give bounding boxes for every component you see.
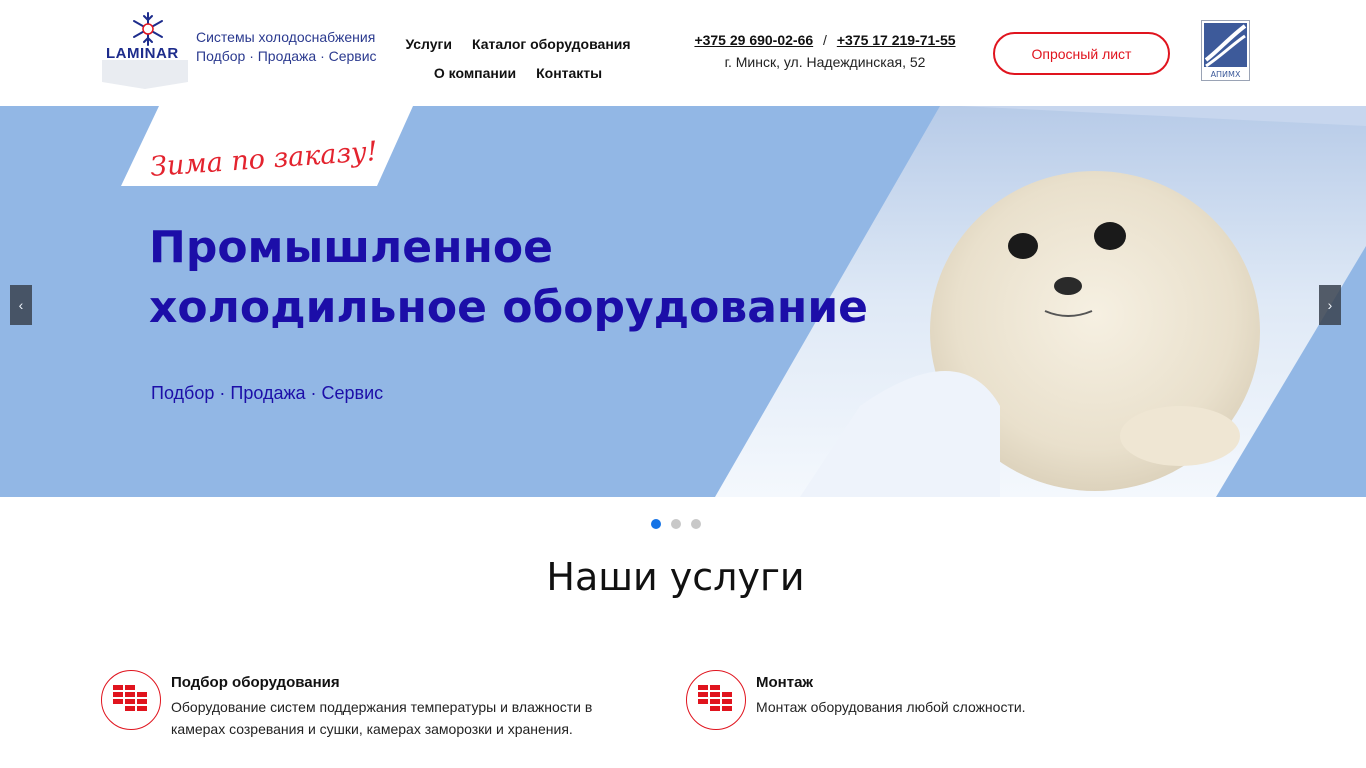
address: г. Минск, ул. Надеждинская, 52 — [724, 54, 926, 70]
chevron-left-icon: ‹ — [18, 297, 24, 313]
slider-dot-3[interactable] — [691, 519, 701, 529]
slider-prev-button[interactable]: ‹ — [10, 285, 32, 325]
hero-subtitle: Подбор · Продажа · Сервис — [151, 383, 384, 403]
hero-title: Промышленное холодильное оборудование — [149, 222, 868, 333]
nav-item-about[interactable]: О компании — [434, 59, 516, 88]
phone-separator: / — [823, 32, 827, 48]
site-header: LAMINAR Системы холодоснабжения Подбор ·… — [0, 0, 1366, 106]
equipment-grid-icon — [101, 670, 161, 730]
service-item-selection[interactable]: Подбор оборудования Оборудование систем … — [101, 670, 641, 740]
slider-dot-1[interactable] — [651, 519, 661, 529]
service-item-installation[interactable]: Монтаж Монтаж оборудования любой сложнос… — [686, 670, 1246, 730]
slider-dot-2[interactable] — [671, 519, 681, 529]
equipment-grid-icon — [686, 670, 746, 730]
chevron-right-icon: › — [1327, 297, 1333, 313]
apimh-logo-icon: АПИМХ — [1201, 20, 1250, 81]
main-nav: Услуги Каталог оборудования О компании К… — [392, 30, 644, 88]
hero-slider: Зима по заказу! Промышленное холодильное… — [0, 106, 1366, 497]
slider-dots — [651, 519, 701, 529]
phone-link-2[interactable]: +375 17 219-71-55 — [837, 32, 956, 48]
tagline-line2: Подбор · Продажа · Сервис — [196, 48, 377, 64]
services-title: Наши услуги — [546, 555, 805, 599]
association-logo[interactable]: АПИМХ — [1201, 20, 1250, 81]
logo-wordmark: LAMINAR — [106, 45, 179, 62]
header-contacts: +375 29 690-02-66 / +375 17 219-71-55 г.… — [680, 32, 970, 70]
phone-link-1[interactable]: +375 29 690-02-66 — [694, 32, 813, 48]
nav-item-contacts[interactable]: Контакты — [536, 59, 602, 88]
service-description: Монтаж оборудования любой сложности. — [756, 699, 1026, 715]
laminar-logo[interactable]: LAMINAR — [100, 10, 190, 90]
nav-item-services[interactable]: Услуги — [405, 30, 452, 59]
tagline-line1: Системы холодоснабжения — [196, 29, 376, 45]
service-title: Подбор оборудования — [171, 674, 340, 691]
slider-next-button[interactable]: › — [1319, 285, 1341, 325]
svg-text:АПИМХ: АПИМХ — [1211, 70, 1241, 79]
service-title: Монтаж — [756, 674, 814, 691]
survey-button[interactable]: Опросный лист — [993, 32, 1170, 75]
nav-item-catalog[interactable]: Каталог оборудования — [472, 30, 631, 59]
service-description: Оборудование систем поддержания температ… — [171, 699, 593, 737]
brand-tagline: Системы холодоснабжения Подбор · Продажа… — [196, 28, 377, 66]
